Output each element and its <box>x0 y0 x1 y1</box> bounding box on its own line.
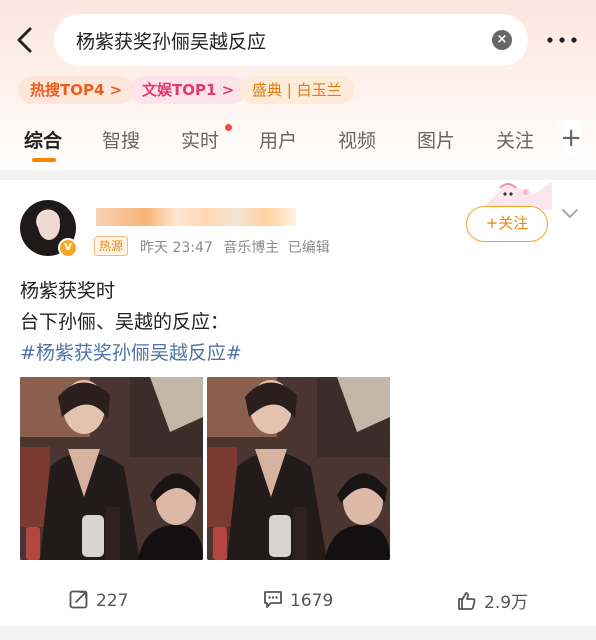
tab-realtime[interactable]: 实时 <box>181 126 219 153</box>
hot-source-tag: 热源 <box>94 236 129 256</box>
post-image-2[interactable] <box>207 377 390 560</box>
search-input[interactable]: 杨紫获奖孙俪吴越反应 × <box>54 14 528 66</box>
repost-button[interactable]: 227 <box>68 588 128 611</box>
tab-comprehensive[interactable]: 综合 <box>24 126 62 153</box>
comment-icon <box>264 591 282 608</box>
tab-following[interactable]: 关注 <box>496 126 534 153</box>
post-source: 音乐博主 <box>223 240 280 256</box>
avatar-face <box>38 210 60 240</box>
post-hashtag[interactable]: #杨紫获奖孙俪吴越反应# <box>20 338 242 365</box>
clear-search-icon[interactable]: × <box>492 30 512 50</box>
repost-icon <box>69 590 88 609</box>
comment-count: 1679 <box>290 591 334 611</box>
comment-button[interactable]: 1679 <box>262 588 333 611</box>
entertainment-rank-chip[interactable]: 文娱TOP1 > <box>130 76 247 104</box>
back-button[interactable] <box>10 24 40 56</box>
more-options-button[interactable] <box>544 26 580 54</box>
post-text-line-2: 台下孙俪、吴越的反应： <box>20 311 230 333</box>
post-meta: 昨天 23:47 音乐博主 已编辑 <box>140 237 330 257</box>
tab-smart-search[interactable]: 智搜 <box>102 126 140 153</box>
thumbs-up-icon <box>458 592 476 610</box>
event-chip[interactable]: 盛典 | 白玉兰 <box>240 76 354 104</box>
like-button[interactable]: 2.9万 <box>456 588 528 613</box>
username-mosaic[interactable] <box>96 208 296 226</box>
add-tab-button[interactable]: + <box>556 120 582 156</box>
photo-thumbnail <box>207 377 390 560</box>
post-image-1[interactable] <box>20 377 203 560</box>
tab-images[interactable]: 图片 <box>417 126 455 153</box>
follow-button[interactable]: +关注 <box>466 206 548 242</box>
realtime-notification-dot <box>225 124 232 131</box>
more-dots-icon <box>547 37 577 43</box>
tab-video[interactable]: 视频 <box>338 126 376 153</box>
photo-thumbnail <box>20 377 203 560</box>
hot-search-rank-chip[interactable]: 热搜TOP4 > <box>18 76 135 104</box>
repost-count: 227 <box>96 591 129 611</box>
feed-separator <box>0 626 596 640</box>
chevron-down-icon <box>562 209 578 218</box>
post-menu-button[interactable] <box>560 206 580 222</box>
search-query: 杨紫获奖孙俪吴越反应 <box>76 31 267 53</box>
active-tab-indicator <box>32 158 56 162</box>
post-edited: 已编辑 <box>287 240 330 256</box>
like-count: 2.9万 <box>484 593 529 613</box>
post-time: 昨天 23:47 <box>140 240 213 256</box>
verified-badge-icon: V <box>58 238 78 258</box>
post-text-line-1: 杨紫获奖时 <box>20 280 116 302</box>
tab-bar: 综合 智搜 实时 用户 视频 图片 关注 <box>0 118 596 164</box>
tab-users[interactable]: 用户 <box>259 126 297 153</box>
chevron-left-icon <box>17 27 32 53</box>
